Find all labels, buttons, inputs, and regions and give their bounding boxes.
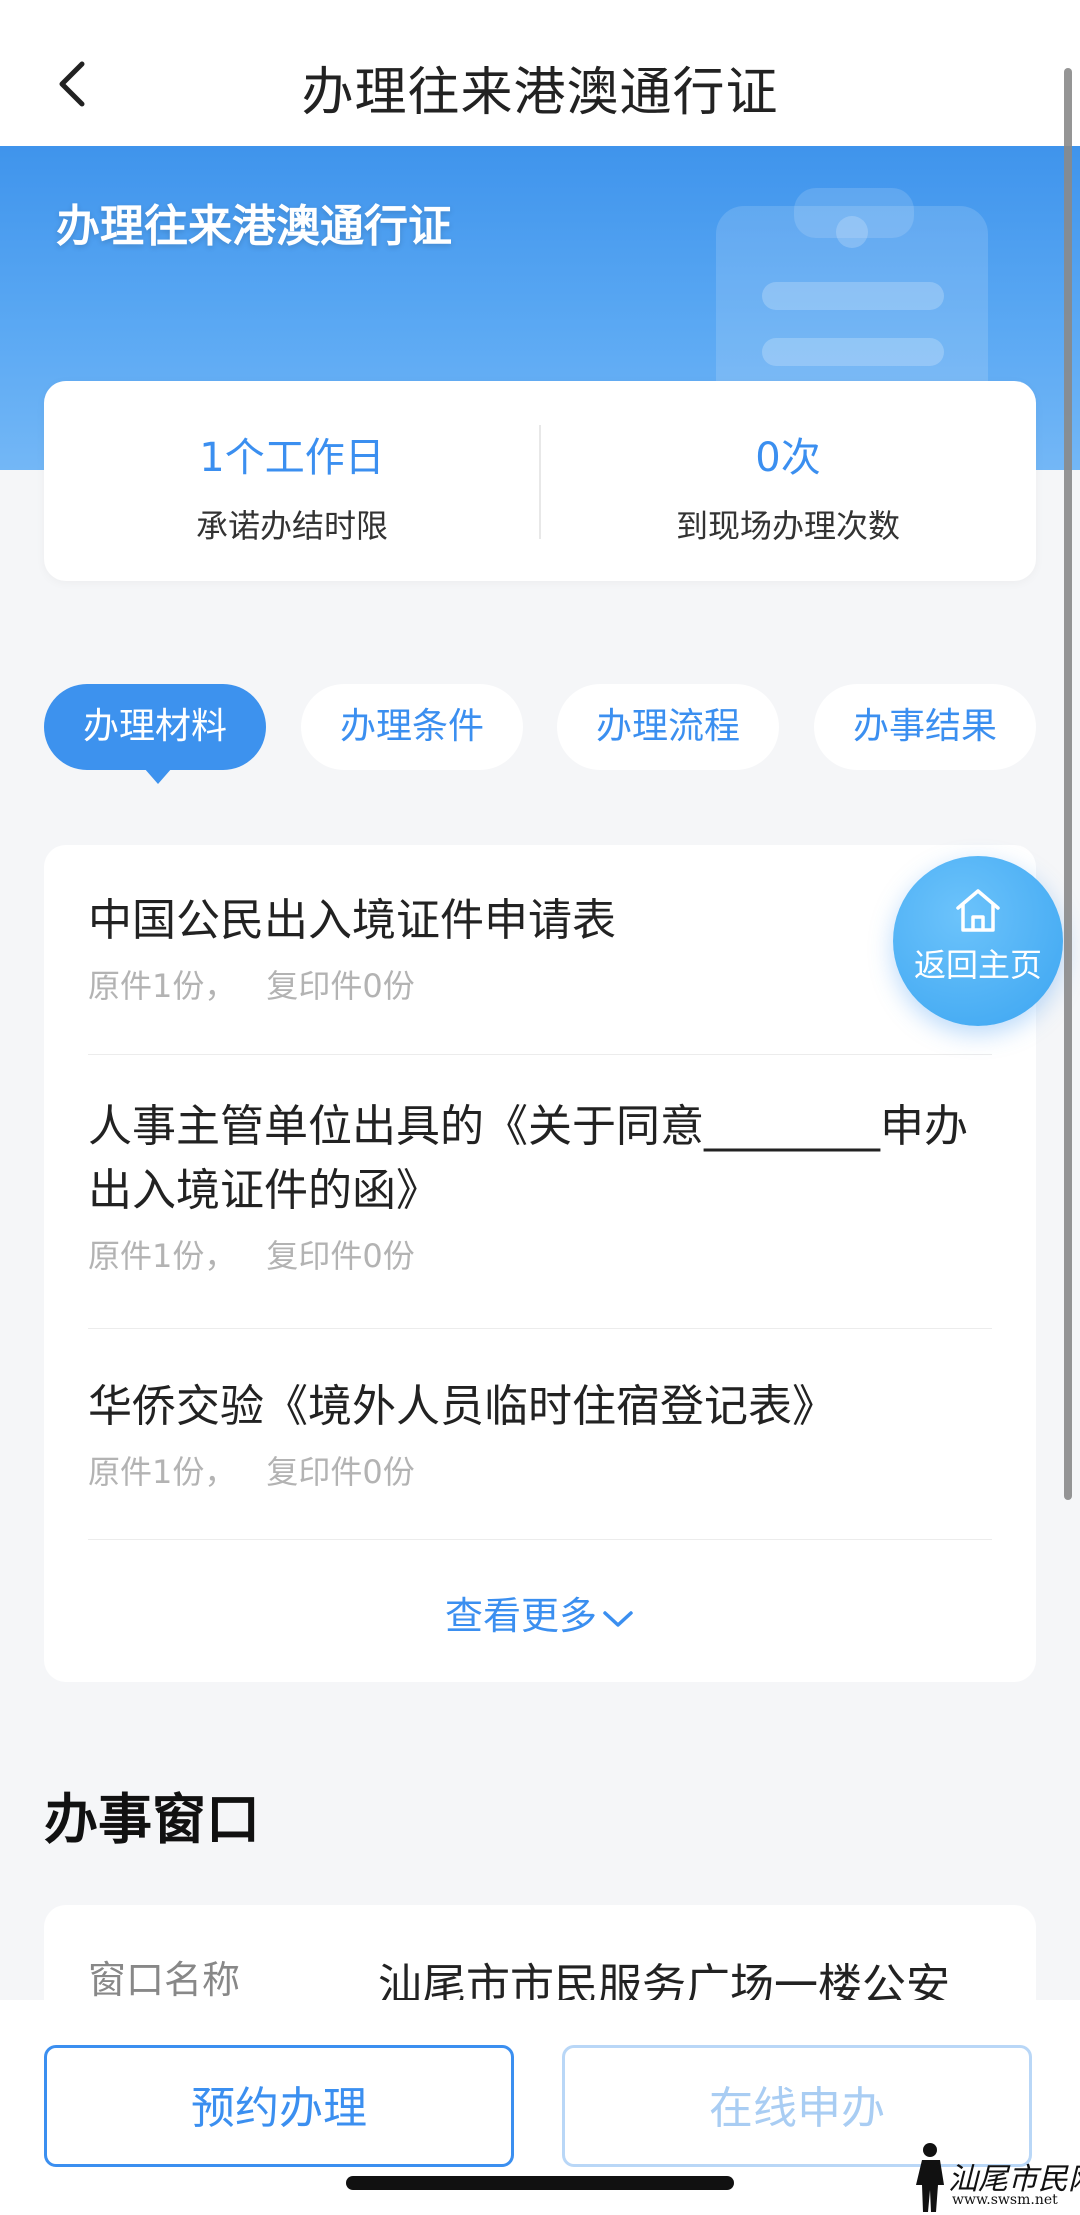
stat-value: 0次: [755, 435, 821, 481]
tab-process[interactable]: 办理流程: [557, 684, 779, 770]
tab-result[interactable]: 办事结果: [814, 684, 1036, 770]
material-name: 华侨交验《境外人员临时住宿登记表》: [88, 1381, 836, 1432]
stats-card: 1个工作日 承诺办结时限 0次 到现场办理次数: [44, 381, 1036, 581]
book-appointment-button[interactable]: 预约办理: [44, 2045, 514, 2167]
list-item[interactable]: 华侨交验《境外人员临时住宿登记表》 原件1份， 复印件0份: [88, 1375, 992, 1493]
tab-bar: 办理材料 办理条件 办理流程 办事结果: [44, 684, 1036, 784]
stat-label: 承诺办结时限: [195, 507, 388, 545]
original-count: 原件1份，: [88, 1453, 237, 1491]
copy-count: 复印件0份: [266, 1453, 415, 1491]
home-icon: [956, 889, 1000, 932]
stat-visits: 0次 到现场办理次数: [540, 381, 1036, 581]
stat-value: 1个工作日: [199, 435, 385, 481]
top-nav: 办理往来港澳通行证: [0, 0, 1080, 146]
home-button[interactable]: 返回主页: [893, 856, 1063, 1026]
person-icon: [916, 2143, 944, 2212]
copy-count: 复印件0份: [266, 1237, 415, 1275]
tab-materials[interactable]: 办理材料: [44, 684, 266, 784]
material-count: 原件1份， 复印件0份: [88, 961, 992, 1007]
section-title: 办事窗口: [44, 1788, 260, 1851]
divider: [88, 1328, 992, 1329]
material-name: 人事主管单位出具的《关于同意________申办出入境证件的函》: [88, 1101, 968, 1216]
original-count: 原件1份，: [88, 967, 237, 1005]
watermark-url: www.swsm.net: [952, 2192, 1058, 2208]
materials-card: 中国公民出入境证件申请表 原件1份， 复印件0份 人事主管单位出具的《关于同意__…: [44, 845, 1036, 1682]
divider: [88, 1539, 992, 1540]
view-more-label: 查看更多: [444, 1594, 597, 1638]
material-count: 原件1份， 复印件0份: [88, 1447, 992, 1493]
home-indicator: [346, 2176, 734, 2190]
material-name: 中国公民出入境证件申请表: [88, 895, 616, 946]
divider: [88, 1054, 992, 1055]
list-item[interactable]: 中国公民出入境证件申请表 原件1份， 复印件0份: [88, 889, 992, 1007]
list-item[interactable]: 人事主管单位出具的《关于同意________申办出入境证件的函》 原件1份， 复印…: [88, 1095, 992, 1277]
original-count: 原件1份，: [88, 1237, 237, 1275]
banner-title: 办理往来港澳通行证: [56, 201, 452, 252]
scrollbar[interactable]: [1064, 68, 1072, 1500]
copy-count: 复印件0份: [266, 967, 415, 1005]
watermark: 汕尾市民网 www.swsm.net: [914, 2140, 1080, 2215]
tab-conditions[interactable]: 办理条件: [301, 684, 523, 770]
stat-deadline: 1个工作日 承诺办结时限: [44, 381, 540, 581]
chevron-down-icon: [603, 1610, 633, 1627]
home-button-label: 返回主页: [913, 946, 1042, 984]
material-count: 原件1份， 复印件0份: [88, 1231, 992, 1277]
stat-label: 到现场办理次数: [675, 507, 900, 545]
page-title: 办理往来港澳通行证: [301, 63, 779, 123]
view-more-button[interactable]: 查看更多: [44, 1585, 1036, 1640]
window-name-label: 窗口名称: [88, 1958, 241, 2002]
